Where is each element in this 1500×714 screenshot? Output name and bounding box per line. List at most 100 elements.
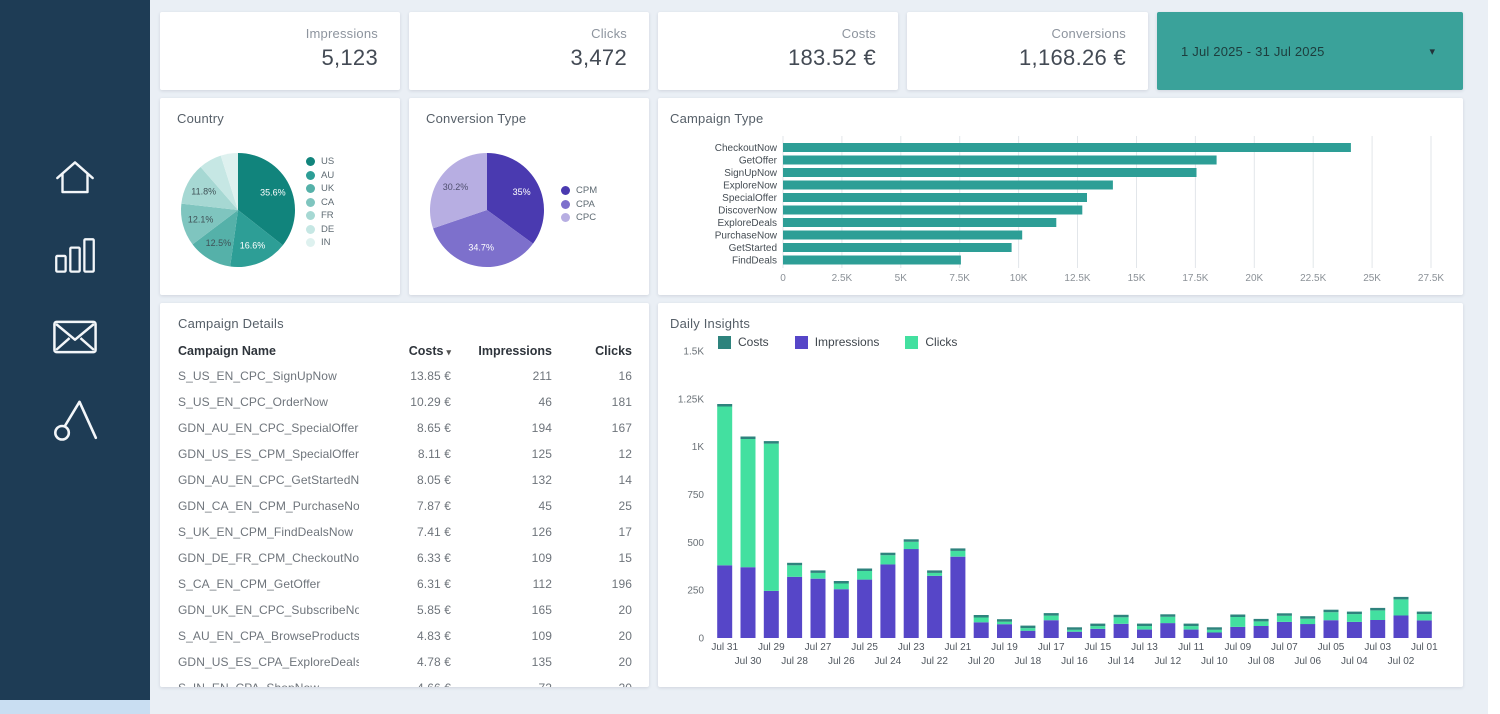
- stack-clicks-jul-11[interactable]: [1183, 626, 1199, 630]
- stack-impressions-jul-19[interactable]: [997, 624, 1012, 638]
- stack-costs-jul-05[interactable]: [1323, 609, 1339, 613]
- stack-costs-jul-14[interactable]: [1113, 614, 1129, 618]
- stack-impressions-jul-27[interactable]: [810, 578, 826, 638]
- stack-costs-jul-22[interactable]: [927, 570, 943, 573]
- stack-costs-jul-21[interactable]: [950, 548, 966, 551]
- bar-discovernow[interactable]: [783, 205, 1083, 215]
- legend-item-cpc[interactable]: CPC: [561, 211, 597, 225]
- column-header-clicks[interactable]: Clicks: [552, 344, 632, 358]
- stack-impressions-jul-13[interactable]: [1137, 629, 1152, 638]
- column-header-impressions[interactable]: Impressions: [451, 344, 552, 358]
- stack-impressions-jul-18[interactable]: [1020, 630, 1036, 638]
- stack-clicks-jul-28[interactable]: [787, 565, 803, 577]
- column-header-costs[interactable]: Costs ▾: [359, 344, 451, 358]
- legend-item-in[interactable]: IN: [306, 236, 334, 250]
- stack-clicks-jul-08[interactable]: [1253, 621, 1269, 626]
- stack-clicks-jul-04[interactable]: [1346, 614, 1362, 622]
- stack-clicks-jul-02[interactable]: [1393, 599, 1409, 616]
- stack-impressions-jul-06[interactable]: [1300, 624, 1316, 638]
- stack-costs-jul-29[interactable]: [763, 441, 779, 444]
- stack-clicks-jul-03[interactable]: [1370, 610, 1386, 620]
- stack-clicks-jul-30[interactable]: [740, 439, 756, 568]
- stack-costs-jul-31[interactable]: [717, 404, 733, 407]
- stack-impressions-jul-17[interactable]: [1043, 620, 1059, 638]
- stack-impressions-jul-28[interactable]: [787, 576, 803, 638]
- stack-clicks-jul-12[interactable]: [1160, 616, 1176, 624]
- legend-item-cpm[interactable]: CPM: [561, 184, 597, 198]
- stack-clicks-jul-26[interactable]: [833, 583, 849, 590]
- stack-impressions-jul-20[interactable]: [973, 622, 989, 638]
- stack-clicks-jul-27[interactable]: [810, 572, 826, 579]
- stack-clicks-jul-05[interactable]: [1323, 612, 1339, 621]
- stack-impressions-jul-08[interactable]: [1253, 625, 1269, 638]
- table-row[interactable]: GDN_CA_EN_CPM_PurchaseNow 7.87 € 45 25: [178, 493, 632, 519]
- table-row[interactable]: GDN_US_ES_CPM_SpecialOffer 8.11 € 125 12: [178, 441, 632, 467]
- stack-costs-jul-17[interactable]: [1043, 613, 1059, 616]
- stack-costs-jul-25[interactable]: [857, 568, 873, 572]
- stack-costs-jul-09[interactable]: [1230, 614, 1246, 618]
- stack-costs-jul-19[interactable]: [997, 619, 1012, 622]
- stack-impressions-jul-21[interactable]: [950, 556, 966, 638]
- stack-clicks-jul-21[interactable]: [950, 550, 966, 557]
- stack-impressions-jul-16[interactable]: [1067, 631, 1082, 638]
- stack-clicks-jul-31[interactable]: [717, 406, 733, 566]
- stack-impressions-jul-04[interactable]: [1346, 621, 1362, 638]
- stack-clicks-jul-18[interactable]: [1020, 628, 1036, 631]
- stack-costs-jul-03[interactable]: [1370, 607, 1386, 611]
- stack-costs-jul-24[interactable]: [880, 552, 896, 556]
- stack-impressions-jul-10[interactable]: [1206, 632, 1222, 639]
- stack-impressions-jul-30[interactable]: [740, 567, 756, 638]
- bar-specialoffer[interactable]: [783, 193, 1087, 202]
- stack-costs-jul-27[interactable]: [810, 570, 826, 573]
- stack-clicks-jul-17[interactable]: [1043, 615, 1059, 621]
- legend-item-cpa[interactable]: CPA: [561, 198, 597, 212]
- stack-impressions-jul-22[interactable]: [927, 575, 943, 638]
- legend-item-ca[interactable]: CA: [306, 196, 334, 210]
- stack-impressions-jul-29[interactable]: [763, 590, 779, 638]
- table-row[interactable]: GDN_DE_FR_CPM_CheckoutNow 6.33 € 109 15: [178, 545, 632, 571]
- stack-impressions-jul-05[interactable]: [1323, 620, 1339, 638]
- stack-impressions-jul-26[interactable]: [833, 589, 849, 638]
- stack-impressions-jul-23[interactable]: [903, 549, 919, 638]
- stack-impressions-jul-25[interactable]: [857, 579, 873, 638]
- table-row[interactable]: GDN_US_ES_CPA_ExploreDeals 4.78 € 135 20: [178, 649, 632, 675]
- nav-analytics[interactable]: [42, 228, 108, 286]
- stack-clicks-jul-29[interactable]: [763, 443, 779, 591]
- legend-item-us[interactable]: US: [306, 155, 334, 169]
- stack-clicks-jul-07[interactable]: [1276, 615, 1292, 622]
- bar-getoffer[interactable]: [783, 155, 1217, 165]
- stack-clicks-jul-23[interactable]: [903, 541, 919, 550]
- stack-costs-jul-06[interactable]: [1300, 616, 1316, 619]
- stack-clicks-jul-13[interactable]: [1137, 626, 1152, 630]
- stack-clicks-jul-20[interactable]: [973, 617, 989, 623]
- bar-getstarted[interactable]: [783, 243, 1012, 252]
- stack-impressions-jul-31[interactable]: [717, 565, 733, 638]
- stack-impressions-jul-12[interactable]: [1160, 623, 1176, 638]
- stack-costs-jul-30[interactable]: [740, 436, 756, 440]
- stack-impressions-jul-03[interactable]: [1370, 620, 1386, 638]
- nav-mail[interactable]: [42, 308, 108, 366]
- stack-impressions-jul-01[interactable]: [1416, 620, 1432, 638]
- stack-costs-jul-23[interactable]: [903, 539, 919, 542]
- table-row[interactable]: S_US_EN_CPC_SignUpNow 13.85 € 211 16: [178, 363, 632, 389]
- stack-clicks-jul-10[interactable]: [1206, 629, 1222, 633]
- stack-impressions-jul-11[interactable]: [1183, 629, 1199, 638]
- stack-impressions-jul-02[interactable]: [1393, 615, 1409, 638]
- bar-exploredeals[interactable]: [783, 218, 1057, 227]
- table-row[interactable]: GDN_UK_EN_CPC_SubscribeNow 5.85 € 165 20: [178, 597, 632, 623]
- legend-item-de[interactable]: DE: [306, 223, 334, 237]
- table-row[interactable]: S_IN_EN_CPA_ShopNow4.66 €7220: [178, 675, 632, 687]
- table-row[interactable]: S_US_EN_CPC_OrderNow 10.29 € 46 181: [178, 389, 632, 415]
- stack-impressions-jul-07[interactable]: [1276, 621, 1292, 638]
- stack-costs-jul-15[interactable]: [1090, 623, 1106, 627]
- table-row[interactable]: GDN_AU_EN_CPC_SpecialOffer 8.65 € 194 167: [178, 415, 632, 441]
- stack-clicks-jul-01[interactable]: [1416, 614, 1432, 621]
- stack-clicks-jul-15[interactable]: [1090, 626, 1106, 629]
- stack-costs-jul-12[interactable]: [1160, 614, 1176, 617]
- stack-costs-jul-04[interactable]: [1346, 611, 1362, 615]
- stack-clicks-jul-19[interactable]: [997, 621, 1012, 625]
- legend-item-fr[interactable]: FR: [306, 209, 334, 223]
- stack-costs-jul-20[interactable]: [973, 615, 989, 618]
- scrollbar-gutter[interactable]: [1488, 0, 1500, 714]
- nav-google-ads[interactable]: [42, 388, 108, 446]
